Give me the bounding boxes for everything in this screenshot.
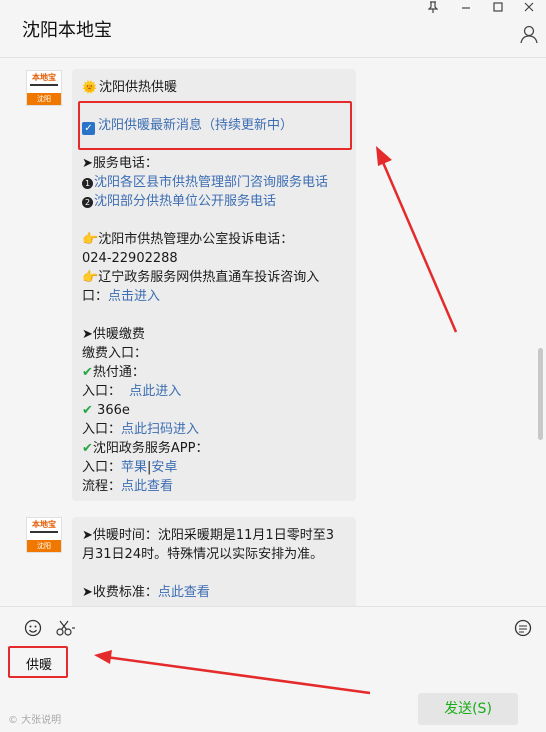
chat-title: 沈阳本地宝 <box>22 20 112 41</box>
watermark: © 大张说明 <box>8 715 62 726</box>
pin-icon[interactable] <box>423 1 443 17</box>
annotation-arrow <box>376 146 458 333</box>
send-button[interactable]: 发送(S) <box>418 693 518 725</box>
profile-icon[interactable] <box>519 24 539 44</box>
close-icon[interactable] <box>519 1 539 17</box>
chat-history[interactable]: 本地宝 沈阳 🌞 沈阳供热供暖 ✓ 沈阳供暖最新消息（持续更新中） ➤服务电话： 1… <box>0 58 546 606</box>
chat-scrollbar[interactable] <box>538 348 543 440</box>
minimize-icon[interactable] <box>456 1 476 17</box>
maximize-icon[interactable] <box>488 1 508 17</box>
title-bar: 沈阳本地宝 <box>0 0 546 58</box>
input-area: 供暖 发送(S) © 大张说明 <box>0 606 546 732</box>
